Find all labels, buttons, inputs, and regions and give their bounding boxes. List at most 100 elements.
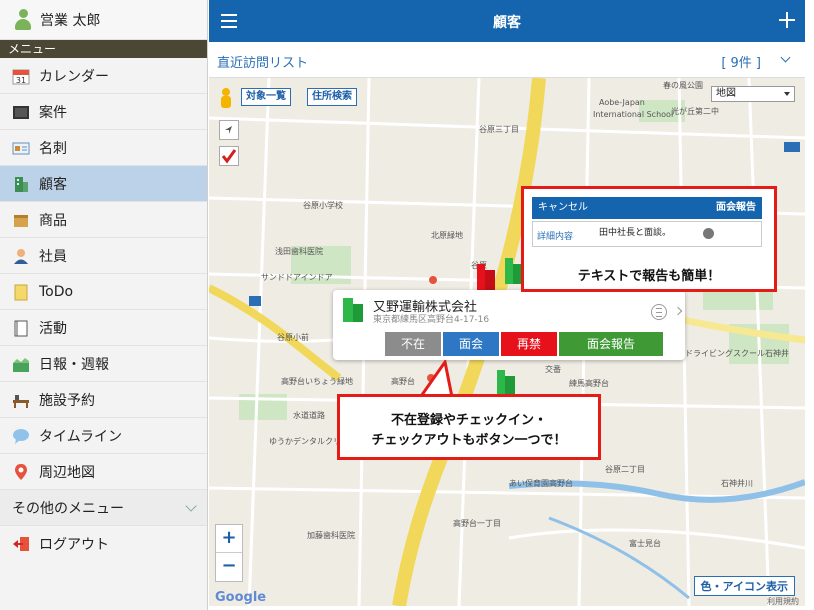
absent-button[interactable]: 不在 bbox=[385, 332, 441, 356]
sidebar-item-label: ToDo bbox=[39, 283, 74, 300]
color-icon-legend-button[interactable]: 色・アイコン表示 bbox=[693, 576, 795, 596]
sidebar-item-reports[interactable]: 日報・週報 bbox=[0, 346, 207, 382]
logout-button[interactable]: ログアウト bbox=[0, 526, 207, 562]
map-place-label: 春の風公園 bbox=[663, 81, 703, 90]
sidebar-item-label: 顧客 bbox=[39, 176, 67, 193]
target-list-button[interactable]: 対象一覧 bbox=[241, 88, 291, 106]
sidebar-item-nearby-map[interactable]: 周辺地図 bbox=[0, 454, 207, 490]
sidebar-item-activities[interactable]: 活動 bbox=[0, 310, 207, 346]
expand-list-chevron-icon[interactable] bbox=[780, 52, 791, 63]
notebook-icon bbox=[14, 320, 28, 336]
meeting-report-button[interactable]: 面会報告 bbox=[559, 332, 663, 356]
package-icon bbox=[14, 214, 28, 227]
report-callout: キャンセル 面会報告 詳細内容 田中社長と面談。 テキストで報告も簡単！ bbox=[521, 186, 777, 292]
sidebar-item-calendar[interactable]: 31 カレンダー bbox=[0, 58, 207, 94]
callout-buttons-line2: チェックアウトもボタン一つで！ bbox=[371, 433, 567, 448]
map-place-label: 加藤歯科医院 bbox=[307, 531, 355, 540]
recent-visits-title: 直近訪問リスト bbox=[217, 56, 309, 71]
add-customer-button[interactable] bbox=[779, 12, 795, 28]
svg-text:31: 31 bbox=[16, 76, 26, 85]
customer-marker[interactable] bbox=[477, 262, 495, 290]
map-place-label: ドライビングスクール石神井 bbox=[685, 349, 789, 358]
other-menu-toggle[interactable]: その他のメニュー bbox=[0, 490, 207, 526]
more-options-icon[interactable] bbox=[651, 304, 667, 320]
person-icon bbox=[14, 248, 28, 264]
list-subheader: 直近訪問リスト [ 9件 ] bbox=[209, 42, 805, 78]
buttons-callout: 不在登録やチェックイン・ チェックアウトもボタン一つで！ bbox=[337, 394, 601, 460]
customer-address: 東京都練馬区高野台4-17-16 bbox=[373, 315, 490, 325]
meeting-button[interactable]: 面会 bbox=[443, 332, 499, 356]
sidebar-item-label: 活動 bbox=[39, 320, 67, 337]
chevron-down-icon bbox=[185, 499, 197, 512]
cursor-dot-icon bbox=[703, 228, 714, 239]
chevron-right-icon[interactable] bbox=[673, 306, 683, 316]
user-row[interactable]: 営業 太郎 bbox=[0, 0, 207, 40]
zoom-in-button[interactable]: + bbox=[216, 525, 242, 553]
terms-link[interactable]: 利用規約 bbox=[767, 596, 799, 606]
location-arrow-icon bbox=[225, 126, 232, 134]
map-place-label: 石神井川 bbox=[721, 479, 753, 488]
street-view-pegman-icon[interactable] bbox=[221, 88, 231, 108]
google-logo: Google bbox=[215, 590, 267, 605]
sidebar-item-label: 施設予約 bbox=[39, 392, 95, 409]
map-place-label: 谷原小前 bbox=[277, 333, 309, 342]
user-name: 営業 太郎 bbox=[40, 12, 101, 29]
map-type-select[interactable]: 地図 bbox=[711, 86, 795, 102]
sidebar-item-label: タイムライン bbox=[39, 428, 123, 445]
map-place-label: Aobe-Japan bbox=[599, 98, 645, 107]
map-pin-icon bbox=[15, 463, 27, 480]
sidebar: 営業 太郎 メニュー 31 カレンダー 案件 名刺 顧客 商品 社員 ToDo … bbox=[0, 0, 208, 610]
map-place-label: 高野台 bbox=[391, 377, 415, 386]
checklist-toggle[interactable] bbox=[219, 146, 239, 166]
detail-text: 田中社長と面談。 bbox=[599, 228, 672, 238]
calendar-icon: 31 bbox=[12, 69, 30, 85]
sidebar-item-deals[interactable]: 案件 bbox=[0, 94, 207, 130]
report-card-header: キャンセル 面会報告 bbox=[532, 197, 762, 219]
locate-button[interactable] bbox=[219, 120, 239, 140]
sidebar-item-products[interactable]: 商品 bbox=[0, 202, 207, 238]
sidebar-item-business-cards[interactable]: 名刺 bbox=[0, 130, 207, 166]
cancel-label: キャンセル bbox=[538, 202, 588, 213]
map-place-label: International School bbox=[593, 110, 674, 119]
building-icon bbox=[343, 298, 363, 322]
map-place-label: 交番 bbox=[545, 365, 561, 374]
zoom-out-button[interactable]: − bbox=[216, 553, 242, 581]
map-place-label: あい保育園高野台 bbox=[509, 479, 573, 488]
sidebar-item-customers[interactable]: 顧客 bbox=[0, 166, 207, 202]
dropdown-arrow-icon bbox=[784, 92, 790, 96]
map-place-label: 谷原三丁目 bbox=[479, 125, 519, 134]
sidebar-item-label: 日報・週報 bbox=[39, 356, 109, 373]
address-search-button[interactable]: 住所検索 bbox=[307, 88, 357, 106]
note-icon bbox=[14, 284, 28, 300]
customer-popup: 又野運輸株式会社 東京都練馬区高野台4-17-16 不在 面会 再禁 面会報告 bbox=[333, 290, 685, 360]
sidebar-item-label: 名刺 bbox=[39, 140, 67, 157]
sidebar-item-todo[interactable]: ToDo bbox=[0, 274, 207, 310]
map-place-label: 谷原小学校 bbox=[303, 201, 343, 210]
report-label: 面会報告 bbox=[716, 202, 756, 213]
customer-marker[interactable] bbox=[497, 368, 515, 396]
map-place-label: 高野台一丁目 bbox=[453, 519, 501, 528]
speech-bubble-icon bbox=[13, 428, 29, 444]
forbidden-button[interactable]: 再禁 bbox=[501, 332, 557, 356]
map-place-label: サンドドアインドア bbox=[261, 273, 333, 282]
sidebar-item-label: カレンダー bbox=[39, 68, 109, 85]
zoom-control: + − bbox=[215, 524, 243, 582]
sidebar-item-employees[interactable]: 社員 bbox=[0, 238, 207, 274]
app-header: 顧客 bbox=[209, 0, 805, 42]
callout-buttons-line1: 不在登録やチェックイン・ bbox=[390, 413, 547, 428]
map-place-label: 水道道路 bbox=[293, 411, 325, 420]
sidebar-item-timeline[interactable]: タイムライン bbox=[0, 418, 207, 454]
checkmark-icon bbox=[221, 149, 237, 164]
report-icon bbox=[13, 357, 29, 372]
map-view[interactable]: Aobe-Japan International School 光が丘第二中 谷原三丁… bbox=[209, 78, 805, 606]
report-card-body: 詳細内容 田中社長と面談。 bbox=[532, 221, 762, 247]
user-avatar-icon bbox=[14, 8, 32, 31]
menu-header: メニュー bbox=[0, 40, 207, 58]
map-place-label: 富士見台 bbox=[629, 539, 661, 548]
sidebar-item-label: 案件 bbox=[39, 104, 67, 121]
menu-list: 31 カレンダー 案件 名刺 顧客 商品 社員 ToDo 活動 日報・週報 施設… bbox=[0, 58, 207, 490]
other-menu-label: その他のメニュー bbox=[12, 500, 124, 517]
sidebar-item-facility-booking[interactable]: 施設予約 bbox=[0, 382, 207, 418]
building-icon bbox=[15, 176, 28, 192]
business-card-icon bbox=[12, 142, 30, 154]
